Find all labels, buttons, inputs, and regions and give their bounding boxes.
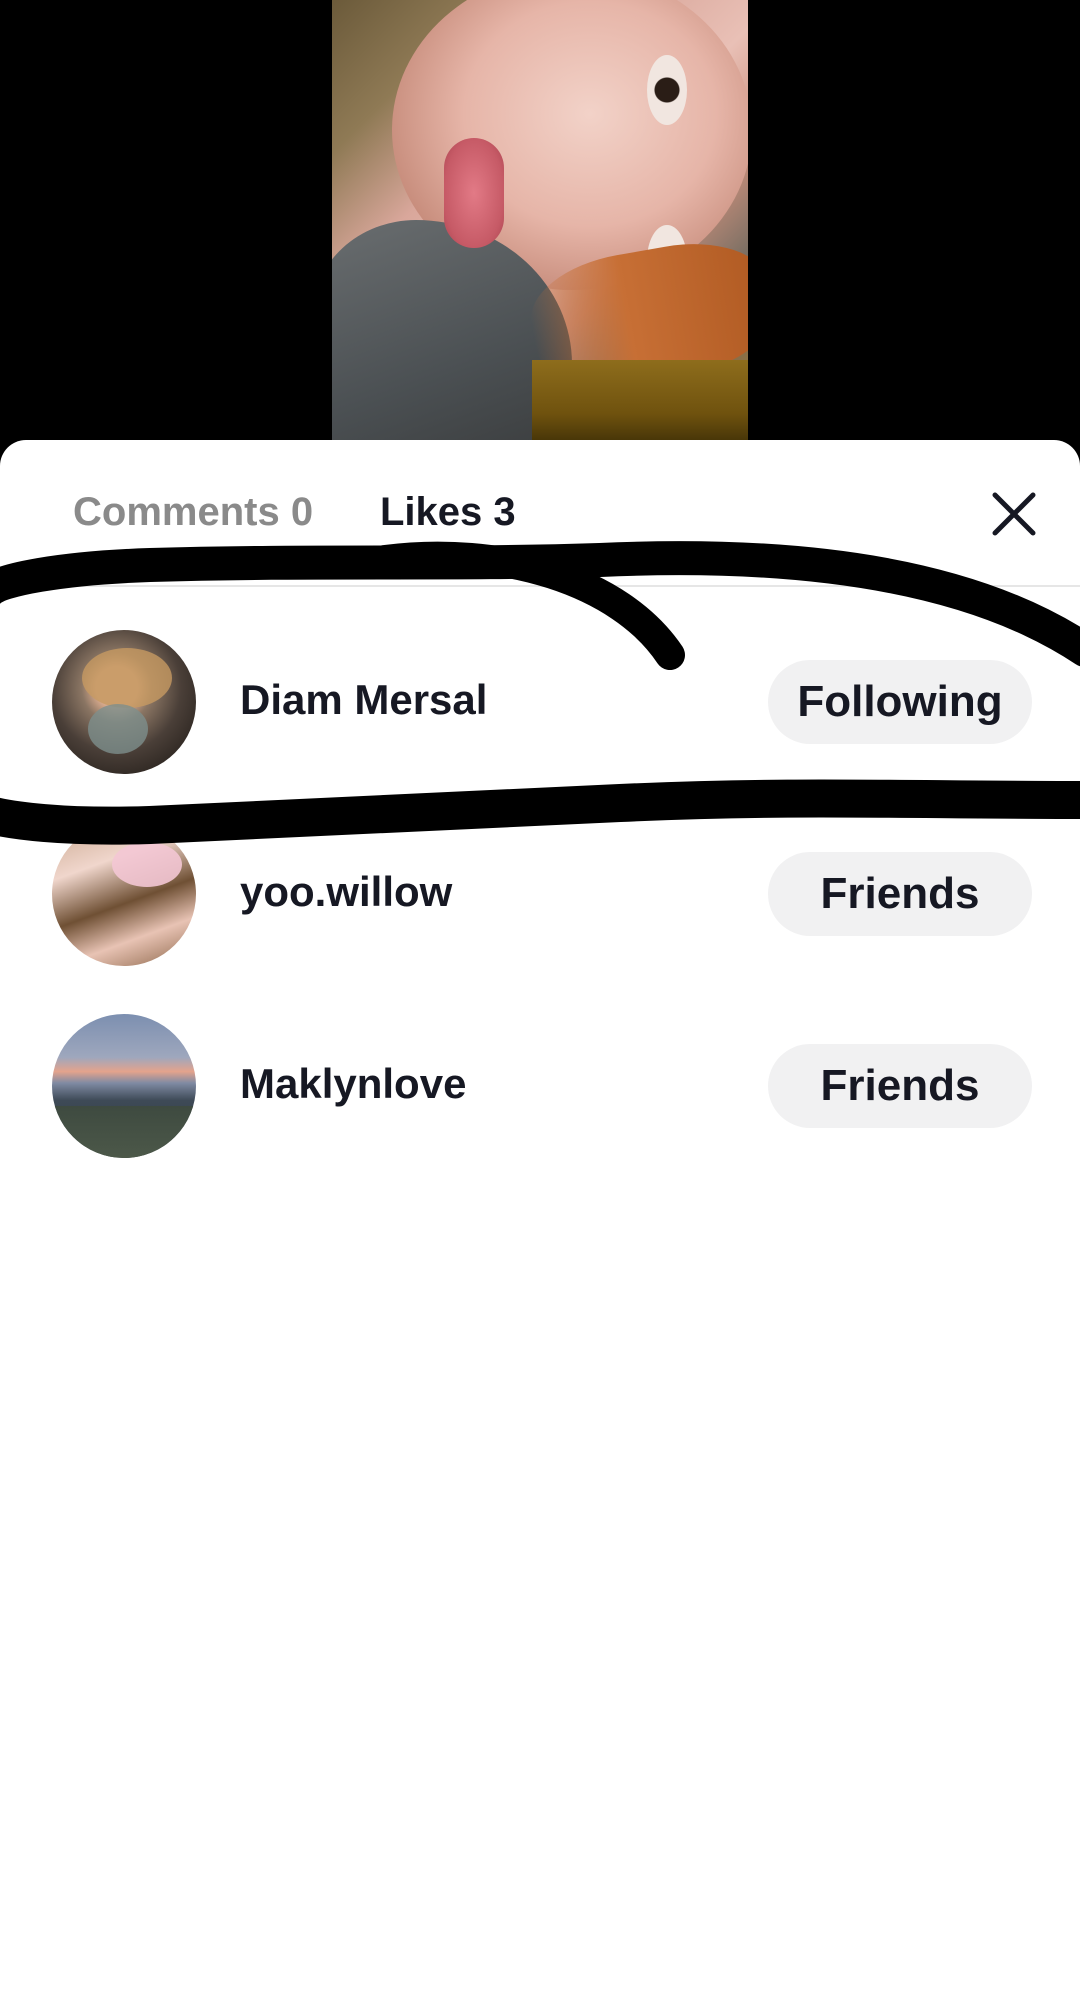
avatar-shape	[88, 704, 148, 754]
video-background	[0, 0, 1080, 440]
avatar[interactable]	[52, 822, 196, 966]
avatar-shape	[82, 648, 172, 708]
avatar[interactable]	[52, 630, 196, 774]
avatar-shape	[112, 842, 182, 887]
close-button[interactable]	[985, 485, 1043, 543]
video-thumbnail[interactable]	[332, 0, 748, 440]
tab-likes[interactable]: Likes 3	[380, 490, 516, 534]
username[interactable]: Maklynlove	[240, 1061, 466, 1107]
avatar-shape	[52, 1106, 196, 1158]
avatar[interactable]	[52, 1014, 196, 1158]
eye-shape	[647, 55, 687, 125]
sheet-header: Comments 0 Likes 3	[0, 440, 1080, 587]
floor-shape	[532, 360, 748, 440]
username[interactable]: Diam Mersal	[240, 677, 487, 723]
username[interactable]: yoo.willow	[240, 869, 452, 915]
tab-comments[interactable]: Comments 0	[73, 490, 313, 534]
list-item[interactable]: Diam Mersal Following	[0, 627, 1080, 777]
list-item[interactable]: Maklynlove Friends	[0, 1011, 1080, 1161]
likes-sheet: Comments 0 Likes 3 Diam Mersal Following…	[0, 440, 1080, 2012]
following-button[interactable]: Following	[768, 660, 1032, 744]
friends-button[interactable]: Friends	[768, 852, 1032, 936]
lips-shape	[444, 138, 504, 248]
close-icon	[992, 492, 1036, 536]
friends-button[interactable]: Friends	[768, 1044, 1032, 1128]
list-item[interactable]: yoo.willow Friends	[0, 819, 1080, 969]
